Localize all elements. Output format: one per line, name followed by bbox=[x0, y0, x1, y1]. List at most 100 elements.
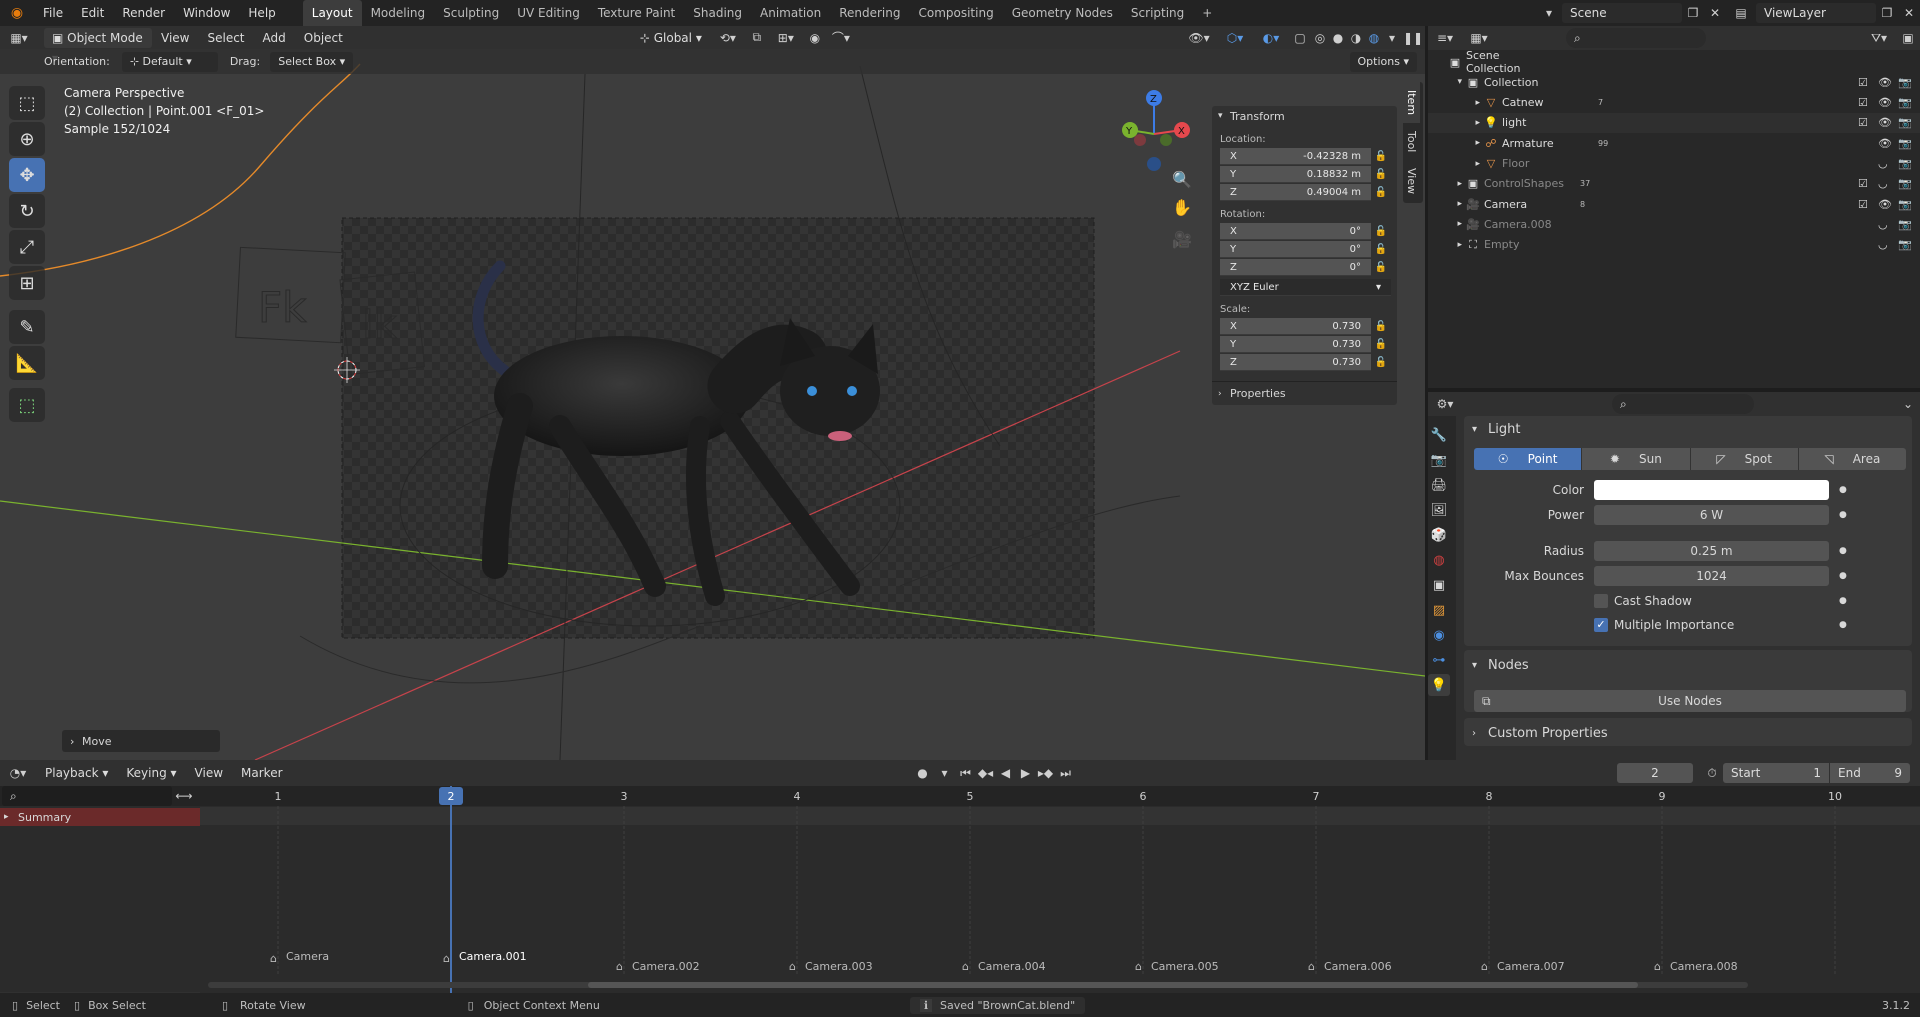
chevron-right-icon[interactable]: ▸ bbox=[1428, 98, 1480, 108]
chevron-right-icon[interactable]: ▸ bbox=[1428, 199, 1462, 209]
outliner-row[interactable]: ▸ 🎥 Camera 8 ☑ 👁 📷 bbox=[1428, 194, 1920, 214]
visibility-eye-icon[interactable]: ◡ bbox=[1878, 238, 1898, 251]
rendered-shading-icon[interactable]: ◍ bbox=[1365, 31, 1383, 45]
remove-scene-icon[interactable]: ✕ bbox=[1704, 6, 1726, 20]
lock-icon[interactable]: 🔓 bbox=[1371, 169, 1391, 180]
menu-edit[interactable]: Edit bbox=[72, 0, 113, 26]
channel-search[interactable]: ⌕ bbox=[2, 786, 172, 806]
menu-window[interactable]: Window bbox=[174, 0, 239, 26]
visibility-eye-icon[interactable]: ◡ bbox=[1878, 157, 1898, 170]
snap-settings-icon[interactable]: ⊞▾ bbox=[768, 31, 804, 45]
object-tab-icon[interactable]: ▨ bbox=[1428, 599, 1450, 621]
lock-icon[interactable]: 🔓 bbox=[1371, 321, 1391, 332]
view-layer-tab-icon[interactable]: 🖼 bbox=[1428, 499, 1450, 521]
jump-next-key-icon[interactable]: ▸◆ bbox=[1036, 766, 1056, 780]
camera-marker-icon[interactable]: ⌂ bbox=[270, 952, 277, 965]
outliner-row[interactable]: ▸ 💡 light ☑ 👁 📷 bbox=[1428, 112, 1920, 133]
annotate-tool[interactable]: ✎ bbox=[9, 310, 45, 344]
output-tab-icon[interactable]: 🖨 bbox=[1428, 474, 1450, 496]
visibility-eye-icon[interactable]: 👁 bbox=[1878, 137, 1898, 150]
scale-x-field[interactable]: X 0.730 bbox=[1220, 317, 1371, 335]
rotate-tool[interactable]: ↻ bbox=[9, 194, 45, 228]
physics-tab-icon[interactable]: ◉ bbox=[1428, 624, 1450, 646]
3d-viewport[interactable]: Fk Ik ▦▾ ▣ Object Mode ▾ bbox=[0, 26, 1425, 760]
view-layer-field[interactable]: ViewLayer bbox=[1756, 3, 1876, 23]
editor-type-icon[interactable]: ≡▾ bbox=[1428, 31, 1462, 45]
copy-layer-icon[interactable]: ❐ bbox=[1876, 6, 1898, 20]
wireframe-shading-icon[interactable]: ◎ bbox=[1311, 31, 1329, 45]
outliner-row[interactable]: ▾ ▣ Collection ☑ 👁 📷 bbox=[1428, 72, 1920, 92]
scale-y-field[interactable]: Y 0.730 bbox=[1220, 335, 1371, 353]
world-tab-icon[interactable]: ◍ bbox=[1428, 549, 1450, 571]
camera-marker-icon[interactable]: ⌂ bbox=[962, 960, 969, 973]
marker-label[interactable]: Camera bbox=[286, 950, 329, 963]
outliner-row[interactable]: ▸ ▣ ControlShapes 37 ☑ ◡ 📷 bbox=[1428, 174, 1920, 194]
chevron-right-icon[interactable]: ▸ bbox=[1428, 240, 1462, 250]
outliner-row[interactable]: ▸ 🎥 Camera.008 ◡ 📷 bbox=[1428, 214, 1920, 234]
render-camera-icon[interactable]: 📷 bbox=[1898, 116, 1920, 129]
keyframe-dot-icon[interactable]: ● bbox=[1839, 485, 1847, 495]
jump-prev-key-icon[interactable]: ◆◂ bbox=[976, 766, 996, 780]
gizmo-icon[interactable]: ⬡▾ bbox=[1217, 31, 1253, 45]
outliner-search[interactable]: ⌕ bbox=[1566, 28, 1706, 48]
scale-z-field[interactable]: Z 0.730 bbox=[1220, 353, 1371, 371]
exclude-checkbox[interactable]: ☑ bbox=[1858, 198, 1878, 211]
jump-start-icon[interactable]: ⏮ bbox=[956, 766, 976, 781]
collection-tab-icon[interactable]: ▣ bbox=[1428, 574, 1450, 596]
menu-render[interactable]: Render bbox=[113, 0, 174, 26]
exclude-checkbox[interactable]: ☑ bbox=[1858, 177, 1878, 190]
lock-icon[interactable]: 🔓 bbox=[1371, 226, 1391, 237]
properties-search[interactable]: ⌕ bbox=[1612, 394, 1754, 414]
playback-menu[interactable]: Playback ▾ bbox=[36, 760, 117, 786]
drag-select[interactable]: Select Box ▾ bbox=[270, 51, 354, 72]
status-report[interactable]: ℹ Saved "BrownCat.blend" bbox=[909, 996, 1086, 1014]
light-type-spot[interactable]: ◸ Spot bbox=[1689, 448, 1798, 470]
end-frame-field[interactable]: End 9 bbox=[1830, 763, 1910, 783]
add-workspace-button[interactable]: + bbox=[1193, 0, 1221, 26]
location-x-field[interactable]: X -0.42328 m bbox=[1220, 147, 1371, 165]
tab-modeling[interactable]: Modeling bbox=[362, 0, 435, 26]
keyframe-dot-icon[interactable]: ● bbox=[1839, 620, 1847, 630]
new-collection-icon[interactable]: ▣ bbox=[1896, 31, 1920, 45]
color-swatch[interactable] bbox=[1594, 480, 1829, 500]
view-menu[interactable]: View bbox=[152, 26, 198, 51]
camera-marker-icon[interactable]: ⌂ bbox=[1654, 960, 1661, 973]
chevron-right-icon[interactable]: ▸ bbox=[1428, 179, 1462, 189]
options-button[interactable]: Options ▾ bbox=[1349, 51, 1417, 72]
summary-channel[interactable]: ▸ Summary bbox=[0, 808, 200, 826]
select-menu[interactable]: Select bbox=[198, 26, 253, 51]
tab-tool[interactable]: Tool bbox=[1403, 123, 1420, 160]
power-field[interactable]: 6 W bbox=[1594, 505, 1829, 525]
multiple-importance-checkbox[interactable]: ✓ bbox=[1594, 618, 1608, 632]
tab-compositing[interactable]: Compositing bbox=[909, 0, 1002, 26]
exclude-checkbox[interactable]: ☑ bbox=[1858, 96, 1878, 109]
keyframe-dot-icon[interactable]: ● bbox=[1839, 546, 1847, 556]
chevron-down-icon[interactable]: ▾ bbox=[1428, 77, 1462, 87]
tab-rendering[interactable]: Rendering bbox=[830, 0, 909, 26]
tab-view[interactable]: View bbox=[1403, 160, 1420, 202]
menu-help[interactable]: Help bbox=[239, 0, 284, 26]
chevron-right-icon[interactable]: ▸ bbox=[1428, 159, 1480, 169]
render-camera-icon[interactable]: 📷 bbox=[1898, 96, 1920, 109]
constraints-tab-icon[interactable]: ⊶ bbox=[1428, 649, 1450, 671]
remove-layer-icon[interactable]: ✕ bbox=[1898, 6, 1920, 20]
render-camera-icon[interactable]: 📷 bbox=[1898, 157, 1920, 170]
visibility-eye-icon[interactable]: ◡ bbox=[1878, 177, 1898, 190]
lock-icon[interactable]: 🔓 bbox=[1371, 339, 1391, 350]
scrollbar-thumb[interactable] bbox=[588, 982, 1638, 988]
outliner-row[interactable]: ▸ ⛶ Empty ◡ 📷 bbox=[1428, 235, 1920, 255]
rotation-x-field[interactable]: X 0° bbox=[1220, 222, 1371, 240]
chevron-down-icon[interactable]: ⌄ bbox=[1896, 397, 1920, 411]
editor-type-icon[interactable]: ◔▾ bbox=[0, 766, 36, 780]
scene-field[interactable]: Scene bbox=[1562, 3, 1682, 23]
view-layer-icon[interactable]: ▤ bbox=[1726, 6, 1756, 20]
tab-scripting[interactable]: Scripting bbox=[1122, 0, 1193, 26]
keying-menu[interactable]: Keying ▾ bbox=[117, 760, 185, 786]
xray-icon[interactable]: ▢ bbox=[1289, 31, 1311, 45]
tab-layout[interactable]: Layout bbox=[302, 0, 362, 26]
chevron-right-icon[interactable]: ▸ bbox=[1428, 219, 1462, 229]
visibility-eye-icon[interactable]: 👁 bbox=[1878, 116, 1898, 129]
marker-label[interactable]: Camera.007 bbox=[1497, 960, 1565, 973]
render-camera-icon[interactable]: 📷 bbox=[1898, 137, 1920, 150]
visibility-eye-icon[interactable]: 👁 bbox=[1878, 198, 1898, 211]
